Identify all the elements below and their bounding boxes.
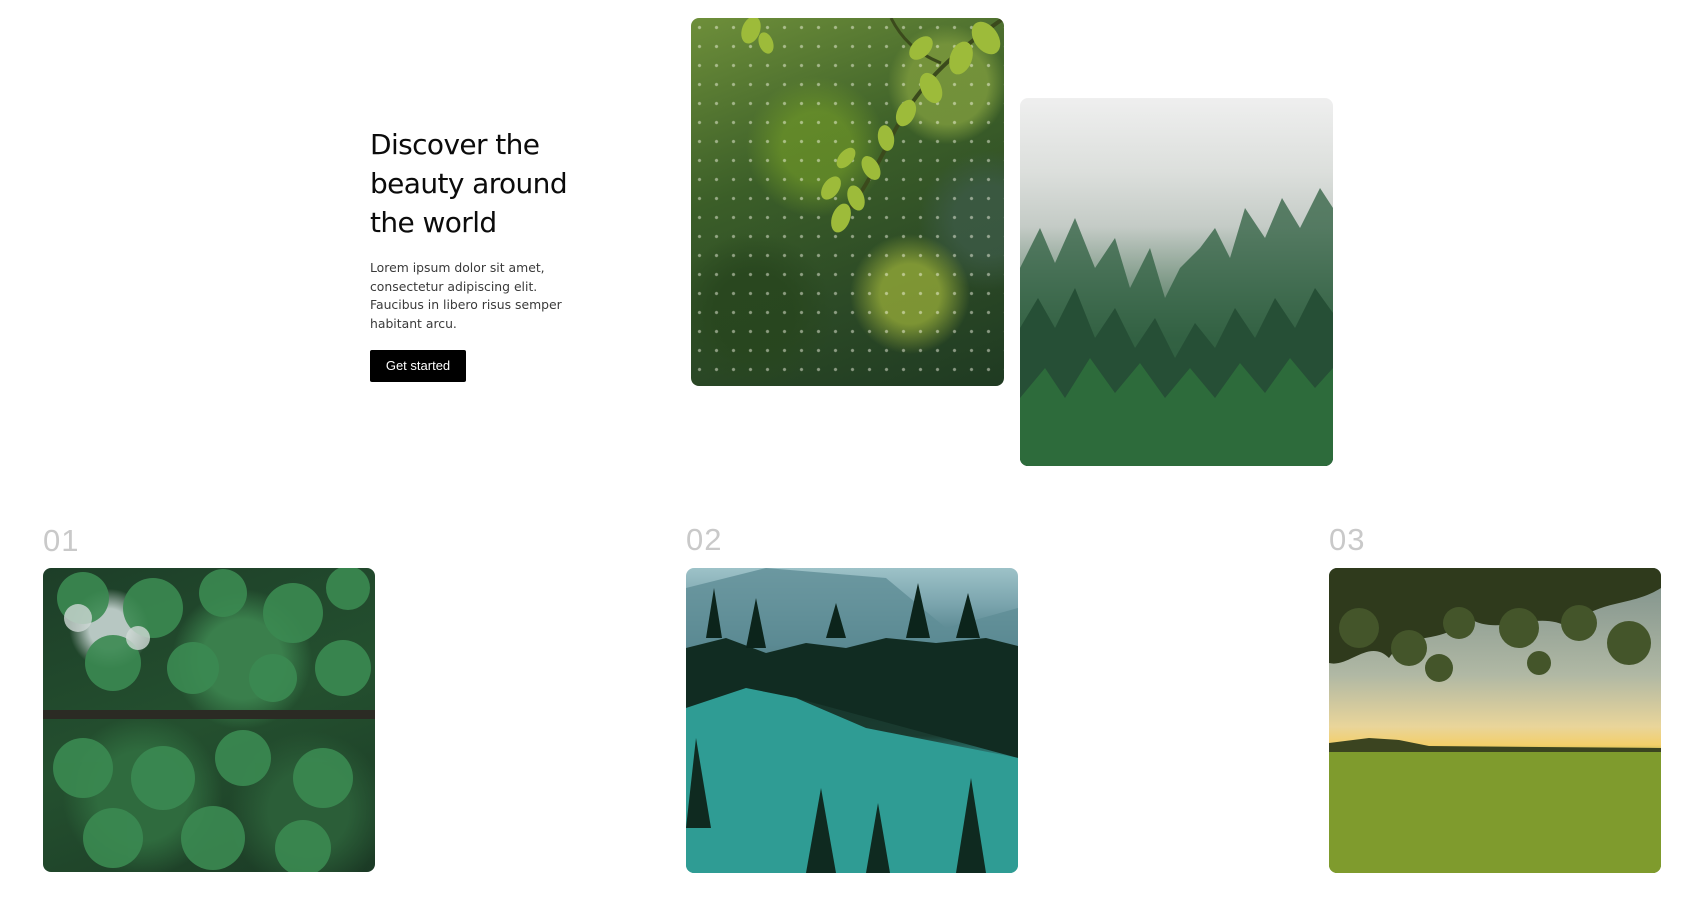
- hero-description: Lorem ipsum dolor sit amet, consectetur …: [370, 260, 562, 331]
- aerial-forest-photo: [43, 568, 375, 872]
- field-landscape: [1329, 568, 1661, 873]
- branch-illustration: [741, 18, 1004, 233]
- lake-landscape: [686, 568, 1018, 873]
- misty-forest-trees: [1020, 188, 1333, 466]
- gallery-number: 03: [1329, 522, 1366, 557]
- hero-section: Discover the beauty around the world Lor…: [370, 125, 590, 382]
- hero-title-line: beauty around: [370, 167, 568, 200]
- gallery-number: 01: [43, 523, 80, 558]
- mountain-lake-photo: [686, 568, 1018, 873]
- hero-title-line: the world: [370, 206, 497, 239]
- hero-title-line: Discover the: [370, 128, 540, 161]
- misty-forest-photo: [1020, 98, 1333, 466]
- gallery-number: 02: [686, 522, 723, 557]
- hero-title: Discover the beauty around the world: [370, 125, 590, 242]
- grass-field-photo: [1329, 568, 1661, 873]
- leaves-bokeh-photo: [691, 18, 1004, 386]
- aerial-tree-crowns: [43, 568, 375, 872]
- get-started-button[interactable]: Get started: [370, 350, 466, 382]
